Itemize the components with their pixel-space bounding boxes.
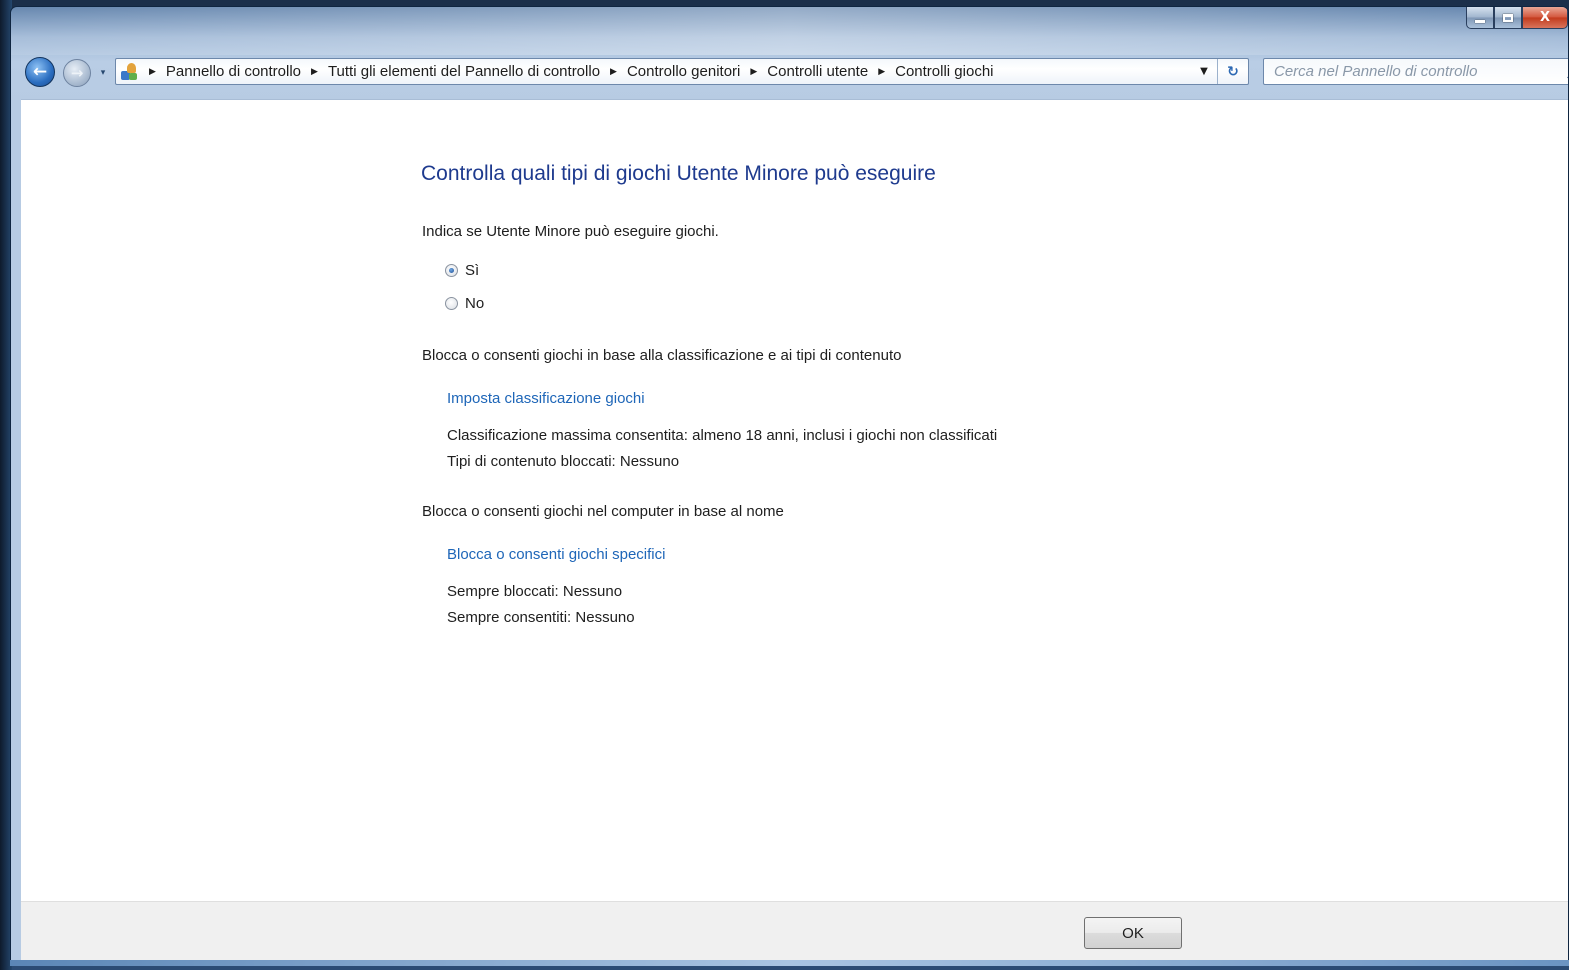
search-input[interactable]: [1272, 62, 1553, 81]
minimize-icon: [1475, 20, 1485, 23]
search-box[interactable]: [1263, 58, 1568, 85]
forward-button[interactable]: →: [63, 59, 91, 87]
breadcrumb-separator-icon[interactable]: ▶: [878, 67, 885, 77]
breadcrumb-item-tutti-elementi[interactable]: Tutti gli elementi del Pannello di contr…: [328, 63, 600, 80]
breadcrumb-separator-icon[interactable]: ▶: [750, 67, 757, 77]
breadcrumb-separator-icon[interactable]: ▶: [610, 67, 617, 77]
radio-button-yes[interactable]: [445, 264, 458, 277]
rating-section-heading: Blocca o consenti giochi in base alla cl…: [422, 347, 902, 364]
radio-label-no[interactable]: No: [465, 295, 484, 312]
back-arrow-icon: ←: [32, 62, 48, 82]
always-blocked-text: Sempre bloccati: Nessuno: [447, 583, 623, 600]
allow-games-question: Indica se Utente Minore può eseguire gio…: [422, 223, 719, 240]
chevron-down-icon: ▾: [100, 68, 106, 78]
maximize-icon: [1503, 13, 1513, 22]
breadcrumb-item-controlli-utente[interactable]: Controlli utente: [767, 63, 868, 80]
close-button[interactable]: X: [1522, 7, 1568, 29]
maximize-button[interactable]: [1494, 7, 1522, 29]
control-panel-window: X ← → ▾ ▶ Pannello di controllo ▶ Tutti …: [10, 6, 1569, 966]
max-rating-text: Classificazione massima consentita: alme…: [447, 427, 998, 444]
radio-label-yes[interactable]: Sì: [465, 262, 479, 279]
forward-arrow-icon: →: [70, 64, 84, 82]
navigation-bar: ← → ▾ ▶ Pannello di controllo ▶ Tutti gl…: [11, 55, 1568, 93]
refresh-button[interactable]: ↻: [1217, 59, 1248, 84]
blocked-content-text: Tipi di contenuto bloccati: Nessuno: [447, 453, 680, 470]
name-section-heading: Blocca o consenti giochi nel computer in…: [422, 503, 784, 520]
control-panel-icon: [119, 62, 139, 82]
set-game-ratings-link[interactable]: Imposta classificazione giochi: [447, 390, 645, 407]
breadcrumb-separator-icon[interactable]: ▶: [149, 67, 156, 77]
refresh-icon: ↻: [1227, 63, 1239, 80]
address-dropdown-button[interactable]: ▼: [1191, 59, 1217, 84]
content-pane: Controlla quali tipi di giochi Utente Mi…: [21, 99, 1568, 902]
address-bar[interactable]: ▶ Pannello di controllo ▶ Tutti gli elem…: [115, 58, 1249, 85]
breadcrumb-item-controllo-genitori[interactable]: Controllo genitori: [627, 63, 740, 80]
back-button[interactable]: ←: [25, 57, 55, 87]
breadcrumb-separator-icon[interactable]: ▶: [311, 67, 318, 77]
block-specific-games-link[interactable]: Blocca o consenti giochi specifici: [447, 546, 665, 563]
radio-option-yes[interactable]: Sì: [445, 262, 479, 279]
ok-button[interactable]: OK: [1084, 917, 1182, 949]
breadcrumb-item-controlli-giochi[interactable]: Controlli giochi: [895, 63, 993, 80]
radio-option-no[interactable]: No: [445, 295, 484, 312]
always-allowed-text: Sempre consentiti: Nessuno: [447, 609, 635, 626]
recent-pages-button[interactable]: ▾: [98, 67, 108, 79]
radio-button-no[interactable]: [445, 297, 458, 310]
minimize-button[interactable]: [1466, 7, 1494, 29]
window-bottom-edge: [10, 960, 1569, 966]
caption-buttons: X: [1466, 7, 1568, 29]
breadcrumb-item-pannello[interactable]: Pannello di controllo: [166, 63, 301, 80]
close-icon: X: [1539, 10, 1551, 25]
footer-bar: OK: [21, 901, 1568, 965]
chevron-down-icon: ▼: [1200, 66, 1208, 77]
page-title: Controlla quali tipi di giochi Utente Mi…: [421, 162, 936, 185]
